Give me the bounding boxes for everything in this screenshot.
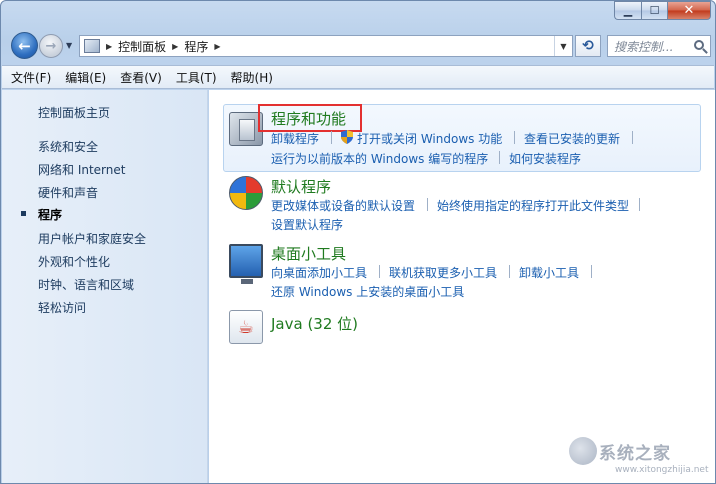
minimize-button[interactable]: ▁	[614, 1, 641, 20]
highlight-box	[258, 104, 362, 132]
search-placeholder: 搜索控制...	[614, 39, 674, 54]
link-separator	[331, 131, 332, 144]
link-restore-gadgets[interactable]: 还原 Windows 上安装的桌面小工具	[271, 283, 464, 300]
breadcrumb-separator-icon[interactable]: ▶	[106, 42, 112, 51]
address-dropdown-icon[interactable]: ▼	[554, 36, 572, 56]
link-windows-features[interactable]: 打开或关闭 Windows 功能	[357, 130, 502, 147]
link-separator	[632, 131, 633, 144]
java-cup-icon: ☕	[237, 316, 255, 338]
link-separator	[499, 151, 500, 164]
link-separator	[379, 265, 380, 278]
back-button[interactable]: ←	[11, 32, 38, 59]
close-button[interactable]: ✕	[667, 1, 711, 20]
watermark: 系统之家 www.xitongzhijia.net	[569, 433, 715, 481]
address-bar[interactable]: ▶ 控制面板 ▶ 程序 ▶ ▼	[79, 35, 573, 57]
link-uninstall-gadget[interactable]: 卸载小工具	[519, 264, 579, 281]
sidebar-item-home[interactable]: 控制面板主页	[38, 104, 110, 121]
menu-bar: 文件(F) 编辑(E) 查看(V) 工具(T) 帮助(H)	[2, 65, 714, 89]
category-title-desktop-gadgets[interactable]: 桌面小工具	[271, 243, 346, 264]
menu-file[interactable]: 文件(F)	[11, 69, 51, 86]
watermark-logo-icon	[569, 437, 597, 465]
menu-view[interactable]: 查看(V)	[120, 69, 162, 86]
default-programs-icon[interactable]	[229, 176, 263, 210]
category-title-default-programs[interactable]: 默认程序	[271, 176, 331, 197]
sidebar-item-hardware-sound[interactable]: 硬件和声音	[38, 184, 98, 201]
breadcrumb-programs[interactable]: 程序	[184, 38, 208, 55]
link-set-defaults[interactable]: 设置默认程序	[271, 216, 343, 233]
forward-button[interactable]: →	[39, 34, 63, 58]
watermark-url: www.xitongzhijia.net	[615, 465, 709, 475]
link-separator	[639, 198, 640, 211]
link-file-association[interactable]: 始终使用指定的程序打开此文件类型	[437, 197, 629, 214]
active-bullet-icon	[21, 211, 26, 216]
link-compatibility[interactable]: 运行为以前版本的 Windows 编写的程序	[271, 150, 488, 167]
watermark-text: 系统之家	[599, 444, 671, 464]
link-installed-updates[interactable]: 查看已安装的更新	[524, 130, 620, 147]
history-dropdown-icon[interactable]: ▼	[66, 41, 72, 50]
link-separator	[514, 131, 515, 144]
menu-tools[interactable]: 工具(T)	[176, 69, 217, 86]
sidebar-item-user-accounts[interactable]: 用户帐户和家庭安全	[38, 230, 146, 247]
window-controls: ▁ ☐ ✕	[614, 1, 711, 20]
search-icon[interactable]	[694, 40, 704, 50]
desktop-gadgets-icon[interactable]	[229, 244, 263, 284]
link-add-gadgets[interactable]: 向桌面添加小工具	[271, 264, 367, 281]
java-icon[interactable]: ☕	[229, 310, 263, 344]
breadcrumb-separator-icon[interactable]: ▶	[172, 42, 178, 51]
sidebar-item-system-security[interactable]: 系统和安全	[38, 138, 98, 155]
link-separator	[427, 198, 428, 211]
refresh-icon: ⟲	[582, 38, 594, 54]
menu-help[interactable]: 帮助(H)	[231, 69, 273, 86]
navigation-pane: 控制面板主页 系统和安全 网络和 Internet 硬件和声音 程序 用户帐户和…	[2, 90, 208, 483]
sidebar-item-programs[interactable]: 程序	[38, 206, 62, 223]
breadcrumb-separator-icon[interactable]: ▶	[214, 42, 220, 51]
link-separator	[591, 265, 592, 278]
uac-shield-icon	[341, 130, 353, 144]
link-uninstall-program[interactable]: 卸载程序	[271, 130, 319, 147]
control-panel-icon	[84, 39, 100, 53]
sidebar-item-ease-of-access[interactable]: 轻松访问	[38, 299, 86, 316]
control-panel-window: ▁ ☐ ✕ ← → ▼ ▶ 控制面板 ▶ 程序 ▶ ▼ ⟲ 搜索控制... 文件…	[0, 0, 716, 484]
breadcrumb-control-panel[interactable]: 控制面板	[118, 38, 166, 55]
link-separator	[509, 265, 510, 278]
category-title-java[interactable]: Java (32 位)	[271, 313, 358, 334]
search-input[interactable]: 搜索控制...	[607, 35, 711, 57]
maximize-button[interactable]: ☐	[641, 1, 667, 20]
content-pane: 程序和功能 卸载程序 打开或关闭 Windows 功能 查看已安装的更新 运行为…	[209, 90, 715, 483]
sidebar-item-appearance[interactable]: 外观和个性化	[38, 253, 110, 270]
link-how-to-install[interactable]: 如何安装程序	[509, 150, 581, 167]
refresh-button[interactable]: ⟲	[575, 35, 601, 57]
navigation-bar: ← → ▼ ▶ 控制面板 ▶ 程序 ▶ ▼ ⟲ 搜索控制...	[9, 31, 711, 61]
link-autoplay-defaults[interactable]: 更改媒体或设备的默认设置	[271, 197, 415, 214]
link-get-more-gadgets[interactable]: 联机获取更多小工具	[389, 264, 497, 281]
sidebar-item-network[interactable]: 网络和 Internet	[38, 161, 125, 178]
sidebar-item-clock-region[interactable]: 时钟、语言和区域	[38, 276, 134, 293]
menu-edit[interactable]: 编辑(E)	[65, 69, 106, 86]
